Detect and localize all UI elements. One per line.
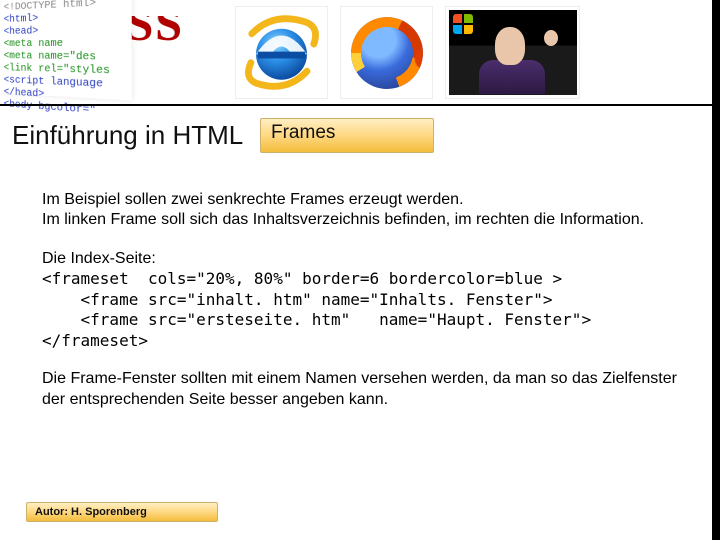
author-badge: Autor: H. Sporenberg (26, 502, 218, 522)
firefox-icon (340, 6, 433, 99)
code-line-1: <frameset cols="20%, 80%" border=6 borde… (42, 269, 678, 289)
section-badge: Frames (260, 118, 434, 153)
presenter-photo (445, 6, 580, 99)
windows-icon (453, 14, 473, 34)
code-line-2: <frame src="inhalt. htm" name="Inhalts. … (42, 290, 678, 310)
header-divider (0, 104, 720, 106)
intro-line-2: Im linken Frame soll sich das Inhaltsver… (42, 210, 678, 230)
internet-explorer-icon (235, 6, 328, 99)
title-row: Einführung in HTML Frames (12, 120, 712, 164)
right-black-strip (712, 0, 720, 540)
note-paragraph: Die Frame-Fenster sollten mit einem Name… (42, 369, 678, 410)
code-heading: Die Index-Seite: (42, 249, 678, 269)
code-line-3: <frame src="ersteseite. htm" name="Haupt… (42, 310, 678, 330)
author-text: Autor: H. Sporenberg (35, 506, 147, 518)
intro-line-1: Im Beispiel sollen zwei senkrechte Frame… (42, 190, 678, 210)
slide-body: Im Beispiel sollen zwei senkrechte Frame… (42, 190, 678, 410)
code-line-4: </frameset> (42, 331, 678, 351)
header-image-band: HTML5 CSS 3 < (0, 0, 720, 110)
html-source-thumbnail: <!DOCTYPE html> <html> <head> <meta name… (0, 0, 132, 101)
page-title: Einführung in HTML (12, 120, 243, 150)
section-badge-text: Frames (271, 122, 335, 144)
